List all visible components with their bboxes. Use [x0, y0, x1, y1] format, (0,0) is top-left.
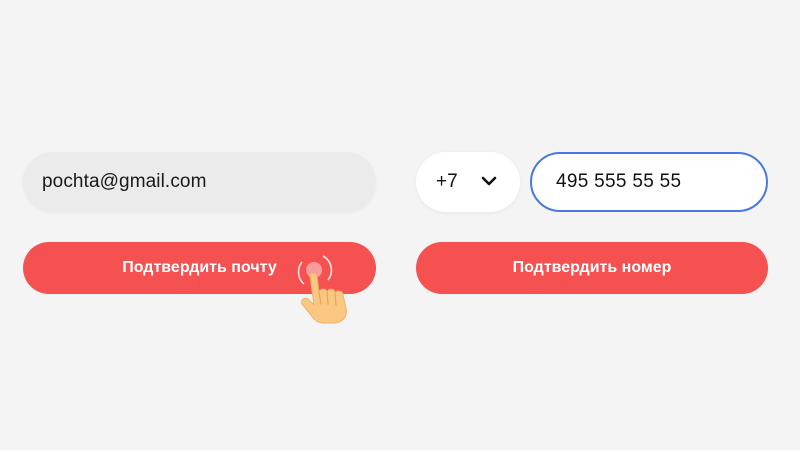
confirm-phone-label: Подтвердить номер [512, 259, 672, 276]
phone-field[interactable]: 495 555 55 55 [530, 152, 768, 212]
confirm-phone-button[interactable]: Подтвердить номер [416, 242, 768, 294]
country-code-value: +7 [436, 171, 458, 192]
confirm-email-label: Подтвердить почту [122, 259, 277, 276]
email-value: pochta@gmail.com [42, 171, 207, 192]
country-code-select[interactable]: +7 [416, 152, 520, 212]
pointing-hand-icon [297, 255, 347, 324]
chevron-down-icon[interactable] [480, 174, 498, 188]
email-field[interactable]: pochta@gmail.com [23, 152, 376, 212]
phone-value: 495 555 55 55 [556, 171, 682, 192]
